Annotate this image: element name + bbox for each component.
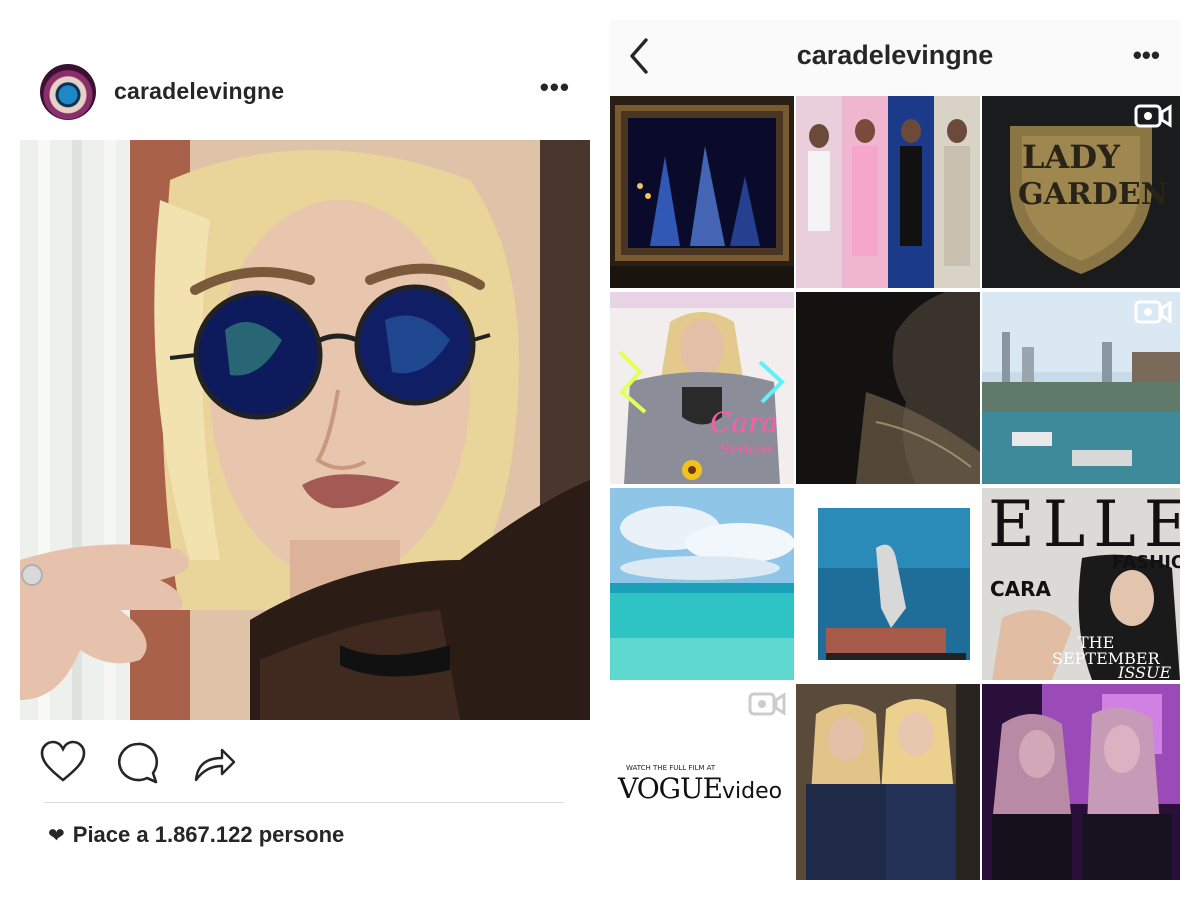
grid-tile[interactable] — [796, 292, 980, 484]
selfie-illustration — [20, 140, 590, 720]
post-photo[interactable] — [20, 140, 590, 720]
elle-text: ELLE — [988, 488, 1180, 562]
elle-cara-text: CARA — [990, 577, 1052, 601]
fashion-text: FASHION — [1112, 552, 1180, 573]
screenshot-root: caradelevingne ••• ❤ Piace a 1.867.122 p… — [0, 0, 1200, 900]
grid-tile[interactable] — [982, 292, 1180, 484]
profile-username: caradelevingne — [796, 40, 994, 70]
vogue-brand-text: VOGUE — [617, 772, 722, 805]
instagram-post: caradelevingne ••• ❤ Piace a 1.867.122 p… — [0, 0, 600, 900]
lady-text: LADY — [1022, 138, 1121, 176]
grid-tile[interactable] — [982, 684, 1180, 880]
actions-divider — [44, 802, 564, 803]
cara-text: Cara — [710, 406, 778, 439]
profile-header: caradelevingne ••• — [610, 20, 1180, 96]
heart-icon[interactable] — [40, 740, 86, 786]
grid-tile[interactable]: WATCH THE FULL FILM AT VOGUE video — [610, 684, 794, 876]
photo-grid: LADY GARDEN Cara Serious ELLE FASHIO CAR… — [610, 96, 1180, 880]
grid-tile[interactable] — [796, 684, 980, 880]
grid-tile[interactable] — [796, 488, 980, 680]
video-icon — [1134, 298, 1172, 326]
likes-text: Piace a 1.867.122 persone — [72, 822, 345, 847]
share-icon[interactable] — [190, 740, 236, 786]
grid-tile[interactable] — [610, 96, 794, 288]
comment-icon[interactable] — [115, 740, 161, 786]
vogue-video-text: video — [722, 779, 782, 804]
video-icon — [748, 690, 786, 718]
video-icon — [1134, 102, 1172, 130]
post-actions — [40, 740, 580, 790]
profile-grid-view: caradelevingne ••• LADY GARDEN Cara Seri… — [610, 20, 1180, 880]
likes-count[interactable]: ❤ Piace a 1.867.122 persone — [48, 822, 344, 848]
serious-text: Serious — [720, 442, 774, 458]
post-username[interactable]: caradelevingne — [114, 78, 284, 105]
post-header: caradelevingne ••• — [40, 64, 580, 120]
profile-more-button[interactable]: ••• — [1133, 40, 1160, 71]
grid-tile[interactable] — [610, 488, 794, 680]
small-heart-icon: ❤ — [48, 825, 65, 847]
avatar[interactable] — [40, 64, 96, 120]
garden-text: GARDEN — [1018, 177, 1168, 212]
issue-text: ISSUE — [1117, 663, 1171, 680]
grid-tile[interactable] — [796, 96, 980, 288]
more-options-button[interactable]: ••• — [540, 72, 570, 103]
vogue-watch-text: WATCH THE FULL FILM AT — [626, 764, 716, 772]
grid-tile[interactable]: ELLE FASHION CARA THE SEPTEMBER ISSUE — [982, 488, 1180, 680]
grid-tile[interactable]: LADY GARDEN — [982, 96, 1180, 288]
grid-tile[interactable]: Cara Serious — [610, 292, 794, 484]
